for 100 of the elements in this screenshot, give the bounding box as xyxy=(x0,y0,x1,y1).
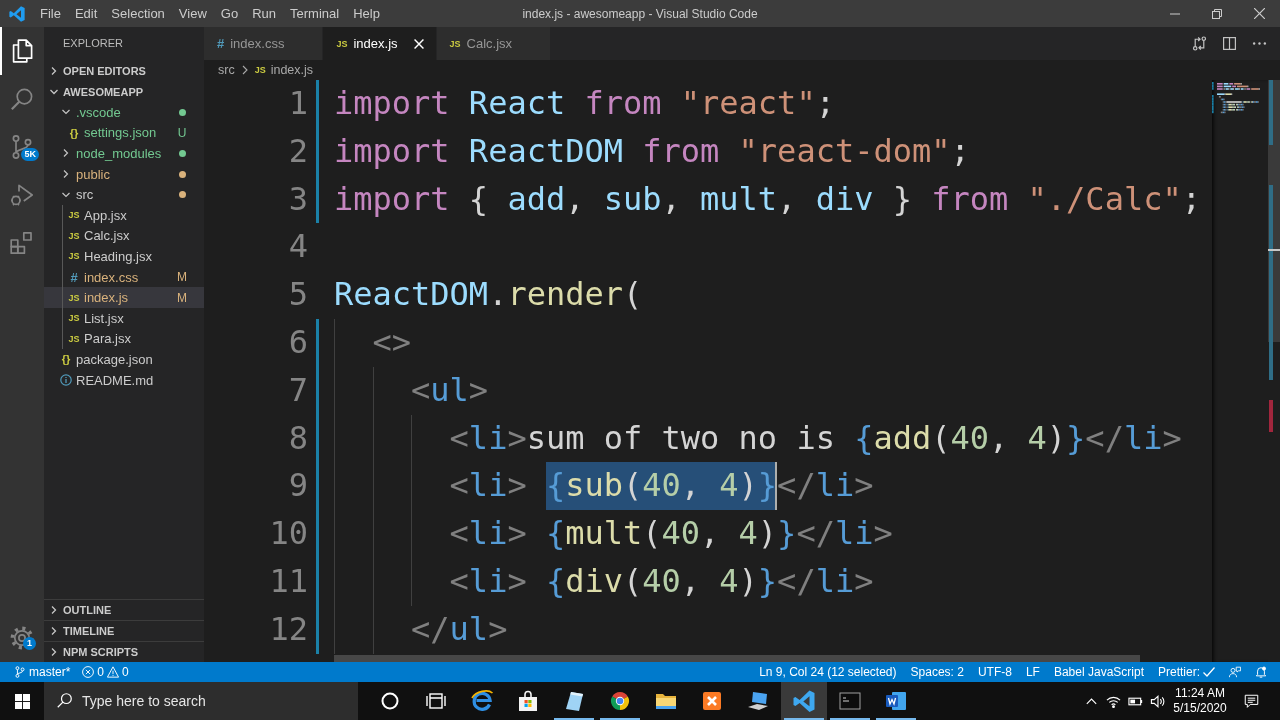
tree-item[interactable]: {} settings.json U xyxy=(44,122,204,144)
code-line: import { add, sub, mult, div } from "./Calc"; xyxy=(334,178,1201,220)
speaker-icon xyxy=(1149,693,1165,709)
code-line: <li> {sub(40, 4)}</li> xyxy=(449,462,874,511)
tree-item[interactable]: {} package.json xyxy=(44,349,204,370)
editor-tab[interactable]: # index.css xyxy=(204,27,324,60)
close-icon xyxy=(1253,8,1265,19)
file-type-icon: JS xyxy=(68,210,80,221)
menu-item[interactable]: Run xyxy=(245,0,283,27)
e-logo-icon xyxy=(470,689,494,713)
branch-graph-icon xyxy=(10,135,34,159)
line-number: 1 xyxy=(287,83,308,124)
code-line: <ul> xyxy=(411,369,489,411)
gear-icon xyxy=(10,626,34,650)
line-number: 4 xyxy=(287,226,308,268)
menu-item[interactable]: Terminal xyxy=(283,0,347,27)
tree-item[interactable]: JS index.js M xyxy=(44,287,204,308)
line-number: 3 xyxy=(287,178,308,220)
tree-item[interactable]: .vscode xyxy=(44,102,204,123)
files-icon xyxy=(10,39,34,63)
file-type-icon: JS xyxy=(254,65,266,75)
code-line: import ReactDOM from "react-dom"; xyxy=(334,130,970,172)
round-browser-icon xyxy=(608,689,632,713)
file-type-icon: JS xyxy=(68,313,80,324)
search-field[interactable]: Type here to search xyxy=(44,682,358,720)
info-icon xyxy=(60,374,72,386)
error-icon xyxy=(82,666,95,678)
git-status-letter: M xyxy=(177,270,187,285)
menu-item[interactable]: Go xyxy=(213,0,246,27)
branch-icon xyxy=(14,666,26,678)
menu-item[interactable]: Selection xyxy=(104,0,172,27)
problems-button[interactable]: 0 0 xyxy=(76,662,135,682)
section-header[interactable]: TIMELINE xyxy=(44,621,204,641)
line-number: 7 xyxy=(287,369,308,411)
file-type-icon: # xyxy=(70,269,78,285)
tree-item[interactable]: JS Para.jsx xyxy=(44,328,204,350)
search-icon xyxy=(10,87,34,111)
editor-logo-icon xyxy=(792,689,816,713)
tree-item[interactable]: src xyxy=(44,184,204,205)
code-line: </ul> xyxy=(411,608,508,650)
code-line: <li> {mult(40, 4)}</li> xyxy=(449,513,893,555)
code-line: <> xyxy=(372,322,412,363)
tree-item[interactable]: JS Heading.jsx xyxy=(44,246,204,267)
breadcrumb-item[interactable]: JS index.js xyxy=(254,63,314,77)
tree-item[interactable]: node_modules xyxy=(44,143,204,164)
notification-icon xyxy=(1243,693,1259,709)
minimize-icon xyxy=(1170,12,1180,15)
tree-item[interactable]: JS Calc.jsx xyxy=(44,225,204,247)
clock-button[interactable]: 11:24 AM 5/15/2020 xyxy=(1168,686,1232,716)
line-number: 5 xyxy=(287,274,308,316)
file-type-icon: JS xyxy=(68,333,80,344)
blocks-icon xyxy=(10,231,34,255)
menu-item[interactable]: Help xyxy=(346,0,387,27)
count-badge: 5K xyxy=(21,148,39,161)
bell-icon xyxy=(1255,666,1267,678)
restore-icon xyxy=(1212,8,1222,19)
branch-button[interactable]: master* xyxy=(8,662,77,682)
menu-item[interactable]: View xyxy=(171,0,214,27)
tree-item[interactable]: public xyxy=(44,163,204,185)
file-type-icon: JS xyxy=(336,38,348,49)
close-icon xyxy=(413,38,424,49)
menu-item[interactable]: File xyxy=(33,0,68,27)
terminal-icon xyxy=(838,689,862,713)
section-header[interactable]: NPM SCRIPTS xyxy=(44,642,204,662)
section-header[interactable]: OUTLINE xyxy=(44,600,204,620)
menu-item[interactable]: Edit xyxy=(67,0,105,27)
status-item[interactable]: LF xyxy=(1018,662,1047,682)
manage-button[interactable]: 1 xyxy=(0,614,44,662)
status-item[interactable]: Babel JavaScript xyxy=(1046,662,1151,682)
breadcrumb-item[interactable]: src xyxy=(218,63,235,77)
source-control-button[interactable]: 5K xyxy=(0,123,44,171)
app-logo-icon xyxy=(9,5,25,22)
play-bug-icon xyxy=(10,183,34,207)
line-number: 10 xyxy=(268,513,308,555)
git-status-letter: M xyxy=(177,290,187,305)
section-header[interactable]: OPEN EDITORS xyxy=(44,60,204,81)
line-number: 9 xyxy=(287,465,308,507)
code-line: <li>sum of two no is {add(40, 4)}</li> xyxy=(449,417,1182,459)
code-line: ReactDOM.render( xyxy=(334,274,643,316)
tree-item[interactable]: README.md xyxy=(44,369,204,391)
line-number: 12 xyxy=(268,608,308,650)
status-item[interactable]: UTF-8 xyxy=(970,662,1019,682)
editor-tab[interactable]: JS index.js xyxy=(323,27,437,60)
tree-item[interactable]: JS List.jsx xyxy=(44,307,204,329)
file-type-icon: JS xyxy=(449,38,461,49)
crossed-tile-icon xyxy=(700,689,724,713)
tree-item[interactable]: # index.css M xyxy=(44,266,204,288)
shopping-bag-icon xyxy=(516,689,540,713)
search-icon xyxy=(57,693,72,708)
tree-item[interactable]: JS App.jsx xyxy=(44,204,204,226)
formatter-status[interactable]: Prettier: xyxy=(1151,662,1222,682)
editor-tab[interactable]: JS Calc.jsx xyxy=(436,27,552,60)
horizontal-scrollbar-thumb[interactable] xyxy=(334,655,1140,662)
status-item[interactable]: Spaces: 2 xyxy=(903,662,971,682)
code-line: import React from "react"; xyxy=(334,83,835,124)
section-header[interactable]: AWESOMEAPP xyxy=(44,81,204,102)
check-icon xyxy=(1203,666,1215,678)
status-item[interactable]: Ln 9, Col 24 (12 selected) xyxy=(752,662,904,682)
file-type-icon: JS xyxy=(68,292,80,303)
split-icon xyxy=(1221,36,1237,51)
